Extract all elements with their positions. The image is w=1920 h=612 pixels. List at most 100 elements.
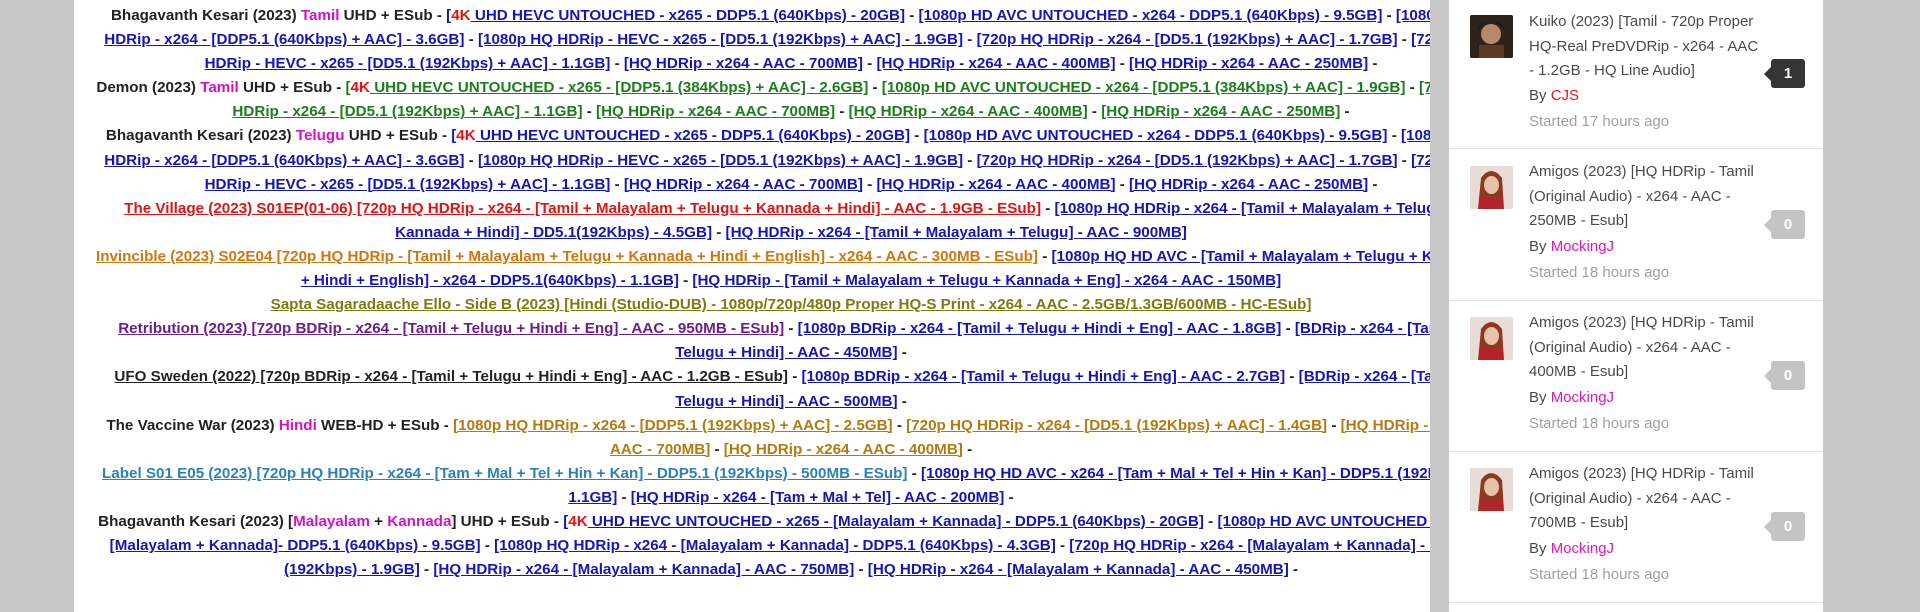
release-link[interactable]: [HQ HDRip - x264 - AAC - 250MB] — [1129, 55, 1368, 72]
release-link[interactable]: [HQ HDRip - x264 - AAC - 250MB] — [1129, 176, 1368, 193]
release-entry: Bhagavanth Kesari (2023) Tamil UHD + ESu… — [94, 4, 1430, 76]
release-text: - — [1397, 151, 1412, 169]
release-link[interactable]: Sapta Sagaradaache Ello - Side B (2023) … — [271, 296, 1312, 313]
release-text: The Vaccine War (2023) — [106, 416, 279, 434]
release-link[interactable]: [HQ HDRip - x264 - AAC - 400MB] — [876, 55, 1115, 72]
release-link[interactable]: UHD HEVC UNTOUCHED - x265 - [DDP5.1 (384… — [370, 79, 868, 96]
release-text: + — [369, 512, 388, 530]
release-link[interactable]: UHD HEVC UNTOUCHED - x265 - DDP5.1 (640K… — [471, 7, 905, 24]
release-link[interactable]: [HQ HDRip - x264 - AAC - 400MB] — [849, 103, 1088, 120]
release-text: - — [1281, 320, 1295, 338]
release-link[interactable]: [1080p HD AVC UNTOUCHED - x264 - DDP5.1 … — [919, 7, 1383, 24]
release-link[interactable]: [HQ HDRip - x264 - [Tam + Mal + Tel] - A… — [631, 489, 1005, 506]
author-link[interactable]: CJS — [1551, 87, 1579, 104]
release-text: - — [1203, 512, 1218, 530]
release-link[interactable]: [HQ HDRip - [Tamil + Malayalam + Telugu … — [692, 272, 1281, 289]
release-text: - — [962, 440, 973, 458]
release-link[interactable]: [1080p HQ HDRip - x264 - [DDP5.1 (192Kbp… — [453, 417, 893, 434]
author-link[interactable]: MockingJ — [1551, 389, 1614, 406]
release-text: - — [868, 79, 882, 97]
release-text: - — [1368, 175, 1378, 193]
release-link[interactable]: [HQ HDRip - x264 - AAC - 700MB] — [596, 103, 835, 120]
release-link[interactable]: 4K — [456, 127, 475, 144]
release-text: - — [1285, 368, 1299, 386]
release-link[interactable]: [1080p HQ HDRip - HEVC - x265 - [DD5.1 (… — [478, 152, 963, 169]
topic-title[interactable]: Kuiko (2023) [Tamil - 720p Proper HQ-Rea… — [1529, 10, 1761, 84]
topic-started: Started 18 hours ago — [1529, 415, 1670, 432]
release-link[interactable]: [HQ HDRip - x264 - AAC - 400MB] — [724, 441, 963, 458]
release-entry: Bhagavanth Kesari (2023) Telugu UHD + ES… — [94, 124, 1430, 196]
release-link[interactable]: [1080p HQ HDRip - x264 - [Malayalam + Ka… — [494, 537, 1056, 554]
avatar[interactable] — [1470, 317, 1513, 360]
avatar[interactable] — [1470, 468, 1513, 511]
release-link[interactable]: Retribution (2023) [720p BDRip - x264 - … — [118, 320, 784, 337]
release-link[interactable]: The Village (2023) S01EP(01-06) [720p HQ… — [124, 200, 1041, 217]
author-link[interactable]: MockingJ — [1551, 540, 1614, 557]
avatar[interactable] — [1470, 15, 1513, 58]
topic-item[interactable]: Amigos (2023) [HQ HDRip - Tamil (Origina… — [1449, 301, 1823, 452]
topic-author-line: By MockingJ — [1529, 238, 1614, 255]
release-text: - — [1387, 127, 1401, 145]
release-text: ] UHD + ESub - — [451, 512, 564, 530]
recent-topics-sidebar: Kuiko (2023) [Tamil - 720p Proper HQ-Rea… — [1449, 0, 1823, 612]
release-link[interactable]: Label S01 E05 (2023) [720p HQ HDRip - x2… — [102, 465, 907, 482]
release-link[interactable]: [HQ HDRip - x264 - AAC - 250MB] — [1101, 103, 1340, 120]
topic-author-line: By MockingJ — [1529, 389, 1614, 406]
avatar[interactable] — [1470, 166, 1513, 209]
reply-count-badge[interactable]: 0 — [1764, 361, 1805, 390]
by-label: By — [1529, 87, 1547, 104]
release-link[interactable]: Invincible (2023) S02E04 [720p HQ HDRip … — [96, 248, 1038, 265]
release-link[interactable]: UFO Sweden (2022) [720p BDRip - x264 - [… — [114, 368, 788, 385]
release-link[interactable]: [HQ HDRip - x264 - [Tamil + Malayalam + … — [726, 224, 1187, 241]
release-text: - — [1055, 537, 1070, 555]
release-text: - — [905, 7, 919, 24]
release-link[interactable]: 4K — [351, 79, 370, 96]
release-link[interactable]: [HQ HDRip - x264 - AAC - 700MB] — [624, 176, 863, 193]
release-link[interactable]: [720p HQ HDRip - x264 - [DD5.1 (192Kbps)… — [977, 152, 1398, 169]
release-link[interactable]: [HQ HDRip - x264 - [Malayalam + Kannada]… — [868, 561, 1289, 578]
release-link[interactable]: [1080p HD AVC UNTOUCHED - x264 - [DDP5.1… — [882, 79, 1406, 96]
release-text: Kannada — [387, 512, 452, 530]
release-entry: The Vaccine War (2023) Hindi WEB-HD + ES… — [94, 414, 1430, 462]
topic-item[interactable]: Amigos (2023) [HQ HDRip - Tamil (Origina… — [1449, 452, 1823, 603]
release-link[interactable]: 4K — [568, 513, 587, 530]
reply-count-badge[interactable]: 0 — [1764, 512, 1805, 541]
release-link[interactable]: [1080p HD AVC UNTOUCHED - x264 - DDP5.1 … — [924, 127, 1388, 144]
release-text: WEB-HD + ESub - — [316, 416, 454, 434]
release-text: - — [963, 151, 977, 169]
release-text: - — [787, 368, 802, 386]
release-link[interactable]: 4K — [451, 7, 470, 24]
release-text: - — [910, 127, 924, 145]
release-link[interactable]: [720p HQ HDRip - x264 - [DD5.1 (192Kbps)… — [977, 31, 1398, 48]
release-link[interactable]: [HQ HDRip - x264 - [Malayalam + Kannada]… — [433, 561, 854, 578]
topic-title[interactable]: Amigos (2023) [HQ HDRip - Tamil (Origina… — [1529, 311, 1761, 385]
release-entry: Label S01 E05 (2023) [720p HQ HDRip - x2… — [94, 462, 1430, 510]
release-text: - — [617, 488, 631, 506]
release-link[interactable]: [HQ HDRip - x264 - AAC - 400MB] — [876, 176, 1115, 193]
release-text: - — [582, 103, 597, 121]
topic-started: Started 18 hours ago — [1529, 566, 1670, 583]
topic-item[interactable]: Kuiko (2023) [Tamil - 720p Proper HQ-Rea… — [1449, 0, 1823, 149]
release-text: - — [1115, 175, 1130, 193]
release-text: - — [1004, 488, 1014, 506]
release-text: - — [419, 561, 434, 579]
release-link[interactable]: [1080p BDRip - x264 - [Tamil + Telugu + … — [801, 368, 1285, 385]
release-link[interactable]: UHD HEVC UNTOUCHED - x265 - [Malayalam +… — [588, 513, 1204, 530]
release-text: - — [1041, 199, 1055, 217]
release-link[interactable]: [720p HQ HDRip - x264 - [DD5.1 (192Kbps)… — [906, 417, 1327, 434]
reply-count-badge[interactable]: 1 — [1764, 59, 1805, 88]
release-link[interactable]: UHD HEVC UNTOUCHED - x265 - DDP5.1 (640K… — [476, 127, 910, 144]
release-link[interactable]: [1080p BDRip - x264 - [Tamil + Telugu + … — [798, 320, 1282, 337]
topic-title[interactable]: Amigos (2023) [HQ HDRip - Tamil (Origina… — [1529, 160, 1761, 234]
reply-count-badge[interactable]: 0 — [1764, 210, 1805, 239]
author-link[interactable]: MockingJ — [1551, 238, 1614, 255]
release-text: - — [835, 103, 849, 121]
release-entry: Retribution (2023) [720p BDRip - x264 - … — [94, 317, 1430, 365]
release-link[interactable]: [HQ HDRip - x264 - AAC - 700MB] — [624, 55, 863, 72]
release-text: - — [1340, 103, 1350, 121]
topic-title[interactable]: Amigos (2023) [HQ HDRip - Tamil (Origina… — [1529, 462, 1761, 536]
release-text: - — [480, 537, 495, 555]
release-text: UHD + ESub - — [344, 127, 452, 145]
topic-item[interactable]: Amigos (2023) [HQ HDRip - Tamil (Origina… — [1449, 150, 1823, 301]
release-link[interactable]: [1080p HQ HDRip - HEVC - x265 - [DD5.1 (… — [478, 31, 963, 48]
